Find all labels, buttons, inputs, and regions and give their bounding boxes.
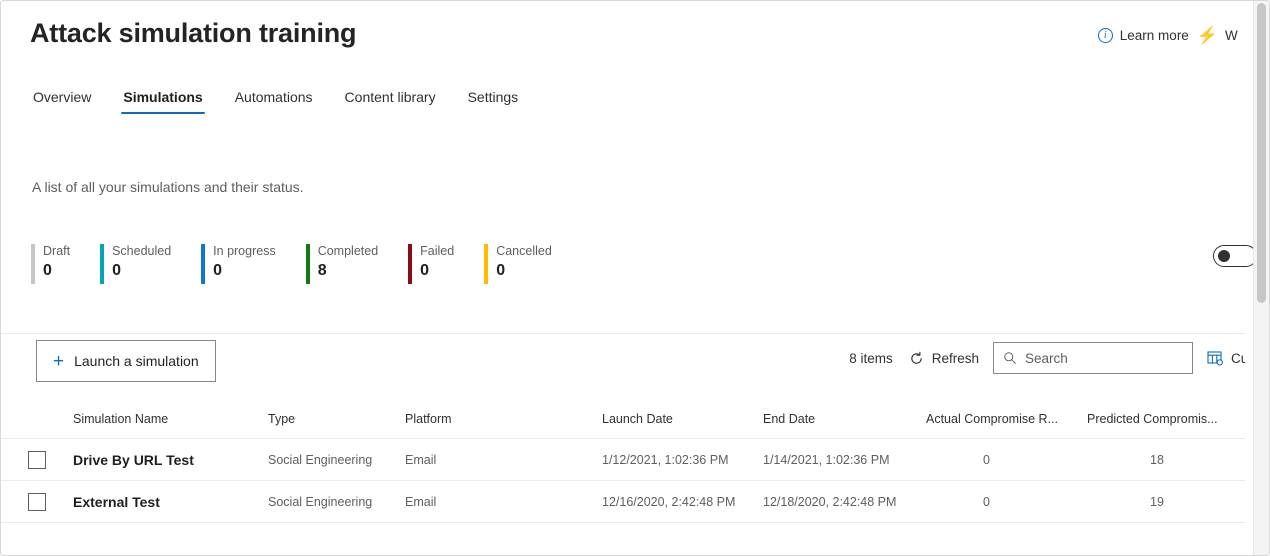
whats-new-link[interactable]: ⚡ W [1197, 27, 1239, 44]
refresh-button[interactable]: Refresh [909, 351, 993, 366]
command-bar-right: 8 items Refresh Search C [849, 342, 1245, 374]
customize-columns-button[interactable]: Cu [1193, 350, 1245, 366]
attack-simulation-training-page: Attack simulation training i Learn more … [0, 0, 1270, 556]
search-input[interactable] [1025, 350, 1183, 366]
cell-launch-date: 1/12/2021, 1:02:36 PM [602, 452, 729, 467]
info-icon: i [1097, 28, 1113, 43]
cell-simulation-name[interactable]: External Test [73, 494, 268, 510]
column-header-predicted-compromise-rate[interactable]: Predicted Compromis... [1087, 412, 1245, 426]
cell-predicted-compromise-rate: 18 [1150, 452, 1164, 467]
status-color-bar [484, 244, 489, 284]
cell-predicted-compromise-rate: 19 [1150, 494, 1164, 509]
command-bar: + Launch a simulation 8 items Refresh Se… [1, 333, 1245, 391]
status-color-bar [305, 244, 310, 284]
status-count: 8 [317, 262, 327, 279]
status-item-failed[interactable]: Failed 0 [408, 244, 484, 284]
status-item-completed[interactable]: Completed 8 [305, 244, 408, 284]
status-color-bar [31, 244, 35, 284]
column-header-end-date[interactable]: End Date [763, 412, 926, 426]
cell-simulation-name[interactable]: Drive By URL Test [73, 452, 268, 468]
status-color-bar [201, 244, 206, 284]
cell-end-date: 12/18/2020, 2:42:48 PM [763, 494, 897, 509]
status-item-draft[interactable]: Draft 0 [31, 244, 100, 284]
launch-a-simulation-button[interactable]: + Launch a simulation [36, 340, 216, 382]
cell-type: Social Engineering [268, 494, 373, 509]
tab-content-library[interactable]: Content library [329, 85, 452, 116]
table-header-row: Simulation Name Type Platform Launch Dat… [1, 399, 1245, 439]
tab-simulations[interactable]: Simulations [107, 85, 218, 116]
tab-automations-label: Automations [234, 89, 313, 105]
row-checkbox[interactable] [28, 492, 46, 511]
customize-columns-icon [1207, 351, 1223, 366]
search-box[interactable] [993, 342, 1193, 374]
status-color-bar [408, 244, 413, 284]
status-label: Draft [43, 244, 71, 258]
vertical-scrollbar[interactable] [1253, 1, 1269, 555]
tab-overview[interactable]: Overview [31, 85, 107, 116]
status-label: Cancelled [496, 244, 552, 258]
search-icon [1004, 352, 1016, 364]
tab-settings-label: Settings [467, 89, 519, 105]
status-item-scheduled[interactable]: Scheduled 0 [100, 244, 201, 284]
simulations-table: Simulation Name Type Platform Launch Dat… [1, 399, 1245, 523]
plus-icon: + [53, 350, 65, 372]
table-row[interactable]: Drive By URL Test Social Engineering Ema… [1, 439, 1245, 481]
status-count: 0 [420, 262, 430, 279]
status-label: Failed [420, 244, 455, 258]
customize-columns-label: Cu [1231, 350, 1245, 366]
item-count: 8 items [849, 350, 893, 366]
status-count: 0 [43, 262, 52, 279]
tab-content-library-label: Content library [344, 89, 436, 105]
column-header-simulation-name[interactable]: Simulation Name [73, 412, 268, 426]
cell-platform: Email [405, 494, 437, 509]
cell-actual-compromise-rate: 0 [983, 452, 990, 467]
learn-more-link[interactable]: i Learn more [1097, 28, 1189, 43]
cell-launch-date: 12/16/2020, 2:42:48 PM [602, 494, 736, 509]
lightning-bolt-icon: ⚡ [1196, 26, 1218, 45]
status-item-cancelled[interactable]: Cancelled 0 [484, 244, 582, 284]
refresh-icon [910, 351, 922, 364]
row-checkbox[interactable] [28, 450, 46, 469]
page-description: A list of all your simulations and their… [32, 179, 304, 195]
tab-simulations-label: Simulations [123, 89, 203, 105]
cell-type: Social Engineering [268, 452, 373, 467]
table-body: Drive By URL Test Social Engineering Ema… [1, 439, 1245, 523]
status-label: In progress [213, 244, 276, 258]
page-header: Attack simulation training i Learn more … [1, 1, 1245, 69]
tab-settings[interactable]: Settings [452, 85, 535, 116]
tab-overview-label: Overview [33, 89, 92, 105]
tab-bar: Overview Simulations Automations Content… [31, 85, 534, 116]
status-label: Completed [317, 244, 379, 258]
toggle-knob [1218, 250, 1230, 262]
cell-end-date: 1/14/2021, 1:02:36 PM [763, 452, 890, 467]
column-header-platform[interactable]: Platform [405, 412, 602, 426]
status-legend: Draft 0 Scheduled 0 In progress 0 Comple… [31, 244, 582, 284]
status-count: 0 [496, 262, 506, 279]
column-header-actual-compromise-rate[interactable]: Actual Compromise R... [926, 412, 1087, 426]
row-checkbox-cell [1, 450, 73, 469]
status-count: 0 [112, 262, 121, 279]
status-color-bar [100, 244, 105, 284]
cell-platform: Email [405, 452, 437, 467]
tab-automations[interactable]: Automations [219, 85, 329, 116]
table-row[interactable]: External Test Social Engineering Email 1… [1, 481, 1245, 523]
cell-actual-compromise-rate: 0 [983, 494, 990, 509]
status-count: 0 [213, 262, 223, 279]
launch-a-simulation-label: Launch a simulation [74, 353, 199, 369]
header-actions: i Learn more ⚡ W [1097, 27, 1239, 44]
refresh-label: Refresh [931, 350, 979, 366]
status-label: Scheduled [112, 244, 172, 258]
whats-new-label: W [1225, 28, 1238, 43]
view-toggle[interactable] [1213, 245, 1257, 267]
learn-more-label: Learn more [1119, 28, 1189, 43]
page-title: Attack simulation training [30, 18, 357, 48]
column-header-type[interactable]: Type [268, 412, 405, 426]
status-item-in-progress[interactable]: In progress 0 [201, 244, 306, 284]
column-header-launch-date[interactable]: Launch Date [602, 412, 763, 426]
row-checkbox-cell [1, 492, 73, 511]
scrollbar-thumb[interactable] [1257, 3, 1266, 303]
